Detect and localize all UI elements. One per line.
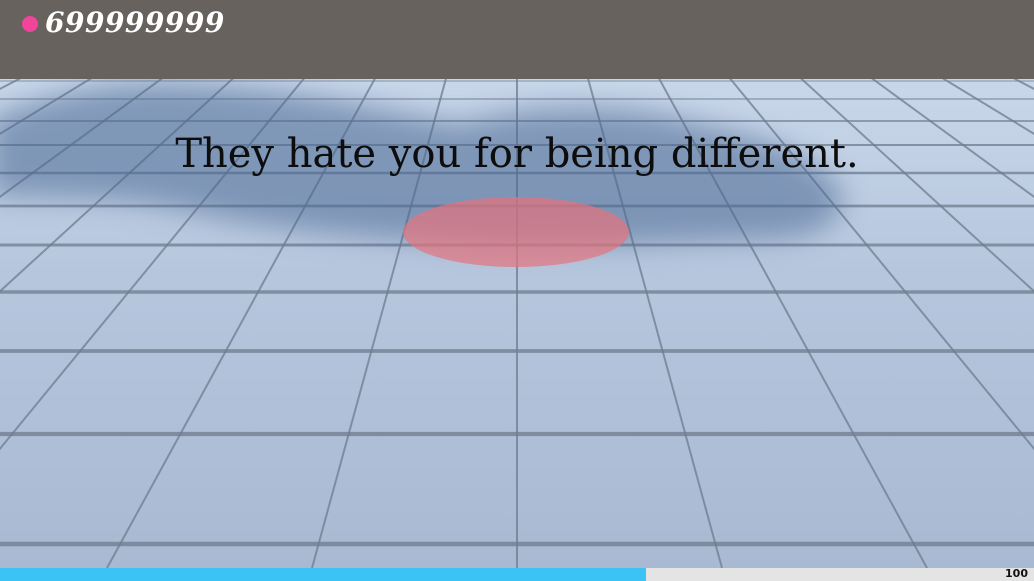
red-target-zone (403, 197, 629, 267)
game-viewport: 699999999 They hate you for being differ… (0, 0, 1034, 581)
progress-bar: 100 (0, 567, 1034, 581)
hud-top-bar: 699999999 (0, 0, 1034, 79)
narrative-message: They hate you for being different. (175, 131, 859, 177)
progress-label: 100 (1005, 567, 1028, 580)
progress-fill (0, 568, 647, 581)
pink-dot-icon (22, 16, 38, 32)
game-scene[interactable]: They hate you for being different. (0, 79, 1034, 568)
score-counter: 699999999 (45, 6, 225, 39)
